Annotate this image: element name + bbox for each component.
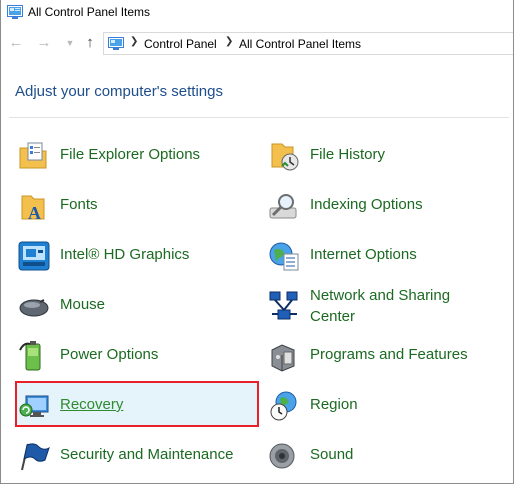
breadcrumb-separator-icon[interactable]: ❯ bbox=[225, 36, 233, 47]
navigation-bar: ← → ▼ ↑ ❯ Control Panel ❯ All Control Pa… bbox=[1, 28, 513, 60]
breadcrumb-all-items[interactable]: All Control Panel Items bbox=[239, 37, 361, 51]
selection-highlight bbox=[15, 381, 259, 427]
item-label[interactable]: Network and Sharing bbox=[310, 285, 450, 306]
control-panel-icon bbox=[7, 5, 23, 19]
control-panel-icon bbox=[108, 37, 124, 50]
control-panel-window: All Control Panel Items ← → ▼ ↑ ❯ Contro… bbox=[0, 0, 514, 484]
breadcrumb-separator-icon[interactable]: ❯ bbox=[130, 36, 138, 47]
item-label-continued[interactable]: Center bbox=[310, 306, 355, 327]
window-title: All Control Panel Items bbox=[28, 5, 151, 19]
breadcrumb-control-panel[interactable]: Control Panel bbox=[144, 37, 217, 51]
item-label[interactable]: Recovery bbox=[60, 394, 123, 415]
back-arrow-icon[interactable]: ← bbox=[7, 33, 25, 53]
item-label[interactable]: File Explorer Options bbox=[60, 144, 200, 165]
mouse-icon bbox=[19, 299, 49, 317]
divider bbox=[9, 117, 509, 118]
item-label[interactable]: Security and Maintenance bbox=[60, 444, 233, 465]
chevron-down-icon[interactable]: ▼ bbox=[61, 33, 79, 53]
globe-checklist-icon bbox=[269, 242, 299, 271]
item-label[interactable]: Power Options bbox=[60, 344, 158, 365]
magnifier-icon bbox=[269, 194, 297, 219]
title-bar: All Control Panel Items bbox=[1, 0, 513, 25]
programs-box-icon bbox=[271, 344, 295, 372]
item-label[interactable]: Fonts bbox=[60, 194, 98, 215]
network-icon bbox=[269, 291, 298, 320]
item-label[interactable]: Intel® HD Graphics bbox=[60, 244, 189, 265]
item-label[interactable]: Internet Options bbox=[310, 244, 417, 265]
recovery-monitor-icon bbox=[19, 395, 49, 417]
svg-text:A: A bbox=[28, 203, 41, 222]
intel-graphics-icon bbox=[18, 241, 50, 271]
item-label[interactable]: Region bbox=[310, 394, 358, 415]
item-label[interactable]: Sound bbox=[310, 444, 353, 465]
item-label[interactable]: Programs and Features bbox=[310, 344, 468, 365]
address-bar[interactable]: ❯ Control Panel ❯ All Control Panel Item… bbox=[103, 32, 513, 55]
fonts-folder-icon: A bbox=[21, 195, 45, 222]
forward-arrow-icon[interactable]: → bbox=[35, 33, 53, 53]
flag-icon bbox=[21, 443, 50, 471]
battery-icon bbox=[19, 341, 41, 371]
up-arrow-icon[interactable]: ↑ bbox=[81, 33, 99, 53]
globe-clock-icon bbox=[270, 391, 297, 421]
item-label[interactable]: Indexing Options bbox=[310, 194, 423, 215]
item-label[interactable]: File History bbox=[310, 144, 385, 165]
folder-options-icon bbox=[19, 142, 47, 169]
file-history-icon bbox=[271, 143, 299, 171]
speaker-icon bbox=[269, 443, 295, 469]
item-label[interactable]: Mouse bbox=[60, 294, 105, 315]
page-heading: Adjust your computer's settings bbox=[15, 83, 223, 100]
